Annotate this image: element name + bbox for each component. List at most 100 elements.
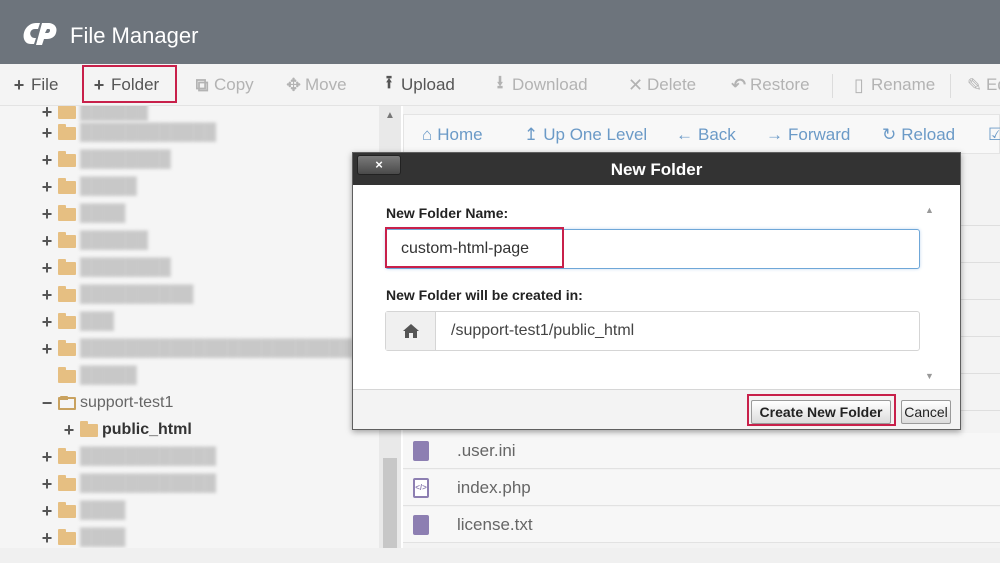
home-button[interactable]: ⌂ Home xyxy=(422,125,483,145)
dialog-scrollbar[interactable]: ▲ ▼ xyxy=(923,205,937,385)
scroll-up-icon[interactable]: ▲ xyxy=(385,110,395,121)
forward-button[interactable]: → Forward xyxy=(766,125,850,145)
upload-button[interactable]: ⭱ Upload xyxy=(382,72,455,98)
folder-name-highlight xyxy=(385,227,564,268)
tree-item[interactable]: + ████████████ xyxy=(40,447,216,467)
move-button-label: Move xyxy=(305,75,347,94)
folder-icon xyxy=(58,123,76,140)
folder-icon xyxy=(58,177,76,194)
tree-item[interactable]: + ███ xyxy=(40,312,114,332)
folder-icon xyxy=(58,312,76,329)
expand-icon: + xyxy=(41,473,53,494)
tree-item[interactable]: + █████ xyxy=(40,177,137,197)
tree-item[interactable]: + ██████████ xyxy=(40,284,194,305)
tree-item[interactable]: + ████ xyxy=(40,528,126,548)
reload-button-label: Reload xyxy=(901,125,956,144)
location-label: New Folder will be created in: xyxy=(386,287,583,303)
row-divider xyxy=(960,225,1000,226)
folder-icon xyxy=(58,339,76,356)
up-one-level-button[interactable]: ↥ Up One Level xyxy=(524,125,647,145)
file-button[interactable]: + File xyxy=(12,72,59,98)
tree-item[interactable]: + ██████ xyxy=(40,106,148,122)
file-row[interactable]: license.txt xyxy=(403,507,1000,543)
delete-button[interactable]: ✕ Delete xyxy=(628,72,696,98)
expand-icon: + xyxy=(41,311,53,332)
tree-item[interactable]: + ██████ xyxy=(40,231,148,251)
scroll-up-icon[interactable]: ▲ xyxy=(925,205,934,215)
restore-button[interactable]: ↶ Restore xyxy=(731,72,810,98)
copy-button[interactable]: ⧉ Copy xyxy=(195,72,254,98)
tree-item[interactable]: + ████████████████████████ xyxy=(40,339,352,359)
pencil-icon: ✎ xyxy=(967,74,983,95)
tree-item-public-html[interactable]: + public_html xyxy=(62,420,192,440)
tree-item[interactable]: + ████ xyxy=(40,501,126,521)
edit-button[interactable]: ✎ Ed xyxy=(967,72,1000,98)
folder-icon xyxy=(58,474,76,491)
code-file-icon: </> xyxy=(413,477,429,498)
copy-button-label: Copy xyxy=(214,75,254,94)
download-button[interactable]: ⭳ Download xyxy=(493,72,588,98)
expand-icon: + xyxy=(41,176,53,197)
folder-tree: + ██████ + ████████████ + ████████ + █████ +… xyxy=(0,106,380,550)
expand-icon: + xyxy=(41,446,53,467)
scroll-down-icon[interactable]: ▼ xyxy=(925,371,934,381)
file-button-label: File xyxy=(31,75,59,94)
tree-item[interactable]: + ████████████ xyxy=(40,474,216,494)
tree-label-redacted: ████ xyxy=(80,205,126,222)
dialog-titlebar: × New Folder xyxy=(353,153,960,185)
tree-item-support-test1[interactable]: − support-test1 xyxy=(40,392,174,413)
new-folder-dialog: × New Folder New Folder Name: New Folder… xyxy=(352,152,961,430)
dialog-footer: Create New Folder Cancel xyxy=(353,389,960,429)
location-addon xyxy=(386,312,436,350)
home-icon xyxy=(403,324,419,338)
tree-label: support-test1 xyxy=(80,394,174,411)
copy-icon: ⧉ xyxy=(195,74,209,95)
toolbar-divider xyxy=(832,74,833,98)
expand-icon: + xyxy=(41,203,53,224)
file-icon: ▯ xyxy=(854,74,864,95)
file-row[interactable]: .user.ini xyxy=(403,433,1000,469)
tree-item[interactable]: █████ xyxy=(40,366,137,386)
folder-icon xyxy=(58,366,76,383)
tree-label-redacted: ████████ xyxy=(80,151,171,168)
arrow-right-icon: → xyxy=(766,125,783,144)
back-button[interactable]: ← Back xyxy=(676,125,736,145)
tree-item[interactable]: + ████████████ xyxy=(40,123,216,143)
tree-label-redacted: ████████ xyxy=(80,259,171,276)
move-button[interactable]: ✥ Move xyxy=(286,72,347,98)
tree-label-redacted: ████████████ xyxy=(80,475,217,492)
row-divider xyxy=(960,410,1000,411)
download-button-label: Download xyxy=(512,75,588,94)
checkbox-icon: ☑ xyxy=(988,125,1000,144)
tree-item[interactable]: + ████████ xyxy=(40,258,171,278)
tree-item[interactable]: + ████ xyxy=(40,203,126,224)
file-row[interactable]: </> index.php xyxy=(403,470,1000,506)
row-divider xyxy=(960,299,1000,300)
reload-button[interactable]: ↻ Reload xyxy=(882,125,955,145)
plus-icon: + xyxy=(13,74,25,95)
file-name: .user.ini xyxy=(457,440,516,460)
home-button-label: Home xyxy=(437,125,483,144)
row-divider xyxy=(960,336,1000,337)
tree-label-redacted: █████ xyxy=(80,178,137,195)
cancel-button[interactable]: Cancel xyxy=(901,400,951,424)
folder-icon xyxy=(58,528,76,545)
tree-item[interactable]: + ████████ xyxy=(40,150,171,170)
arrow-left-icon: ← xyxy=(676,125,693,144)
up-one-level-label: Up One Level xyxy=(543,125,648,144)
rename-button[interactable]: ▯ Rename xyxy=(852,72,935,98)
home-icon: ⌂ xyxy=(422,125,433,144)
folder-name-label: New Folder Name: xyxy=(386,205,509,221)
file-name: index.php xyxy=(457,477,531,497)
text-file-icon xyxy=(413,514,429,535)
folder-icon xyxy=(58,501,76,518)
folder-icon xyxy=(58,150,76,167)
scrollbar-thumb[interactable] xyxy=(383,458,397,550)
expand-icon: + xyxy=(63,419,75,440)
select-all-checkbox[interactable]: ☑ xyxy=(988,125,1000,145)
tree-label-redacted: ████████████████████████ xyxy=(80,340,353,357)
expand-icon: + xyxy=(41,284,53,305)
folder-icon xyxy=(80,420,98,437)
collapse-icon: − xyxy=(41,392,53,413)
upload-icon: ⭱ xyxy=(385,72,393,92)
